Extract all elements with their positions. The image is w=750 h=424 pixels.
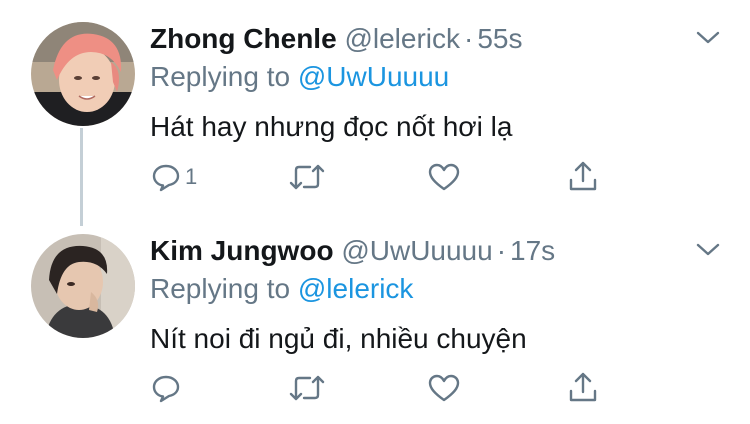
share-button[interactable] — [566, 370, 600, 404]
retweet-icon — [288, 373, 326, 403]
tweet-2: Kim Jungwoo @UwUuuuu · 17s Replying to @le… — [0, 226, 750, 424]
tweet-text: Nít noi đi ngủ đi, nhiều chuyện — [150, 323, 527, 354]
heart-icon — [428, 373, 460, 403]
replying-to-line: Replying to @lelerick — [150, 272, 413, 306]
display-name[interactable]: Kim Jungwoo — [150, 235, 334, 266]
heart-icon — [428, 162, 460, 192]
reply-icon — [151, 373, 181, 403]
tweet-header: Kim Jungwoo @UwUuuuu · 17s — [150, 234, 555, 268]
retweet-button[interactable] — [288, 162, 326, 192]
display-name[interactable]: Zhong Chenle — [150, 23, 337, 54]
replying-to-line: Replying to @UwUuuuu — [150, 60, 449, 94]
timestamp[interactable]: 55s — [477, 23, 522, 54]
tweet-1: Zhong Chenle @lelerick · 55s Replying to @… — [0, 0, 750, 226]
reply-count: 1 — [185, 164, 198, 189]
share-button[interactable] — [566, 159, 600, 193]
username-handle[interactable]: @UwUuuuu — [341, 235, 492, 266]
tweet-text: Hát hay nhưng đọc nốt hơi lạ — [150, 111, 513, 142]
reply-button[interactable] — [151, 373, 185, 403]
replying-to-label: Replying to — [150, 273, 291, 304]
replying-to-label: Replying to — [150, 61, 291, 92]
like-button[interactable] — [428, 162, 460, 192]
separator-dot: · — [496, 235, 507, 266]
avatar[interactable] — [31, 234, 135, 338]
share-icon — [566, 159, 600, 193]
replying-to-handle[interactable]: @UwUuuuu — [298, 61, 449, 92]
retweet-icon — [288, 162, 326, 192]
timestamp[interactable]: 17s — [510, 235, 555, 266]
avatar[interactable] — [31, 22, 135, 126]
retweet-button[interactable] — [288, 373, 326, 403]
share-icon — [566, 370, 600, 404]
separator-dot: · — [464, 23, 474, 54]
chevron-down-icon[interactable] — [693, 240, 723, 260]
replying-to-handle[interactable]: @lelerick — [298, 273, 414, 304]
username-handle[interactable]: @lelerick — [344, 23, 460, 54]
reply-button[interactable]: 1 — [151, 162, 197, 192]
chevron-down-icon[interactable] — [693, 28, 723, 48]
reply-icon — [151, 162, 181, 192]
like-button[interactable] — [428, 373, 460, 403]
tweet-header: Zhong Chenle @lelerick · 55s — [150, 22, 522, 56]
